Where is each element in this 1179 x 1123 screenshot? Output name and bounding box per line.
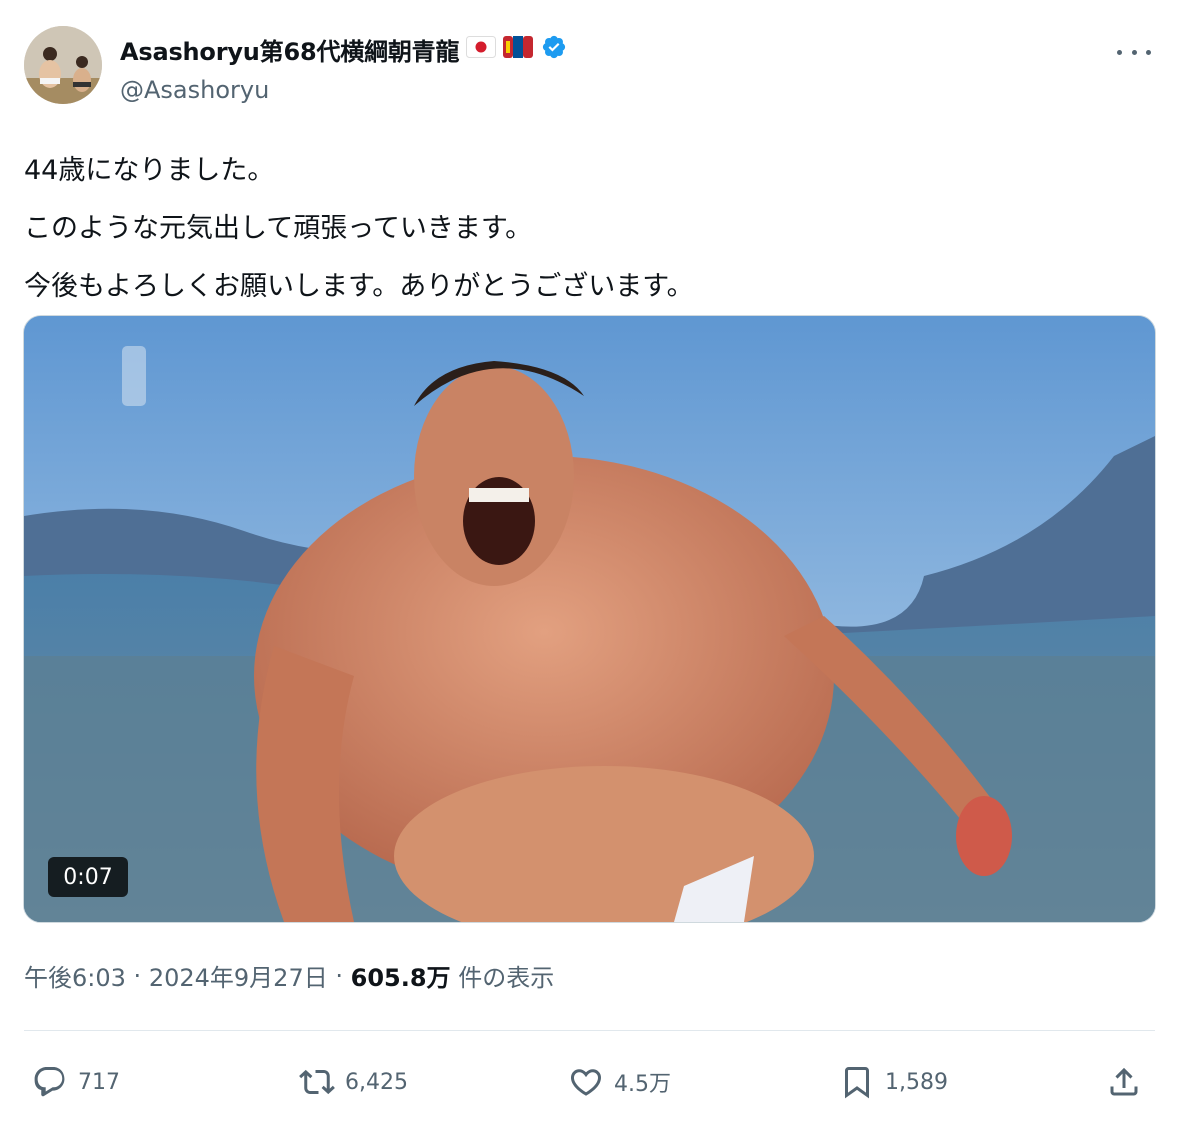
bookmark-button[interactable]: 1,589 bbox=[839, 1056, 948, 1108]
video-duration: 0:07 bbox=[48, 857, 128, 897]
verified-badge-icon[interactable] bbox=[541, 34, 567, 64]
like-count: 4.5万 bbox=[614, 1072, 671, 1097]
share-button[interactable] bbox=[1106, 1056, 1152, 1108]
bookmark-count: 1,589 bbox=[885, 1069, 948, 1095]
share-icon bbox=[1110, 1067, 1138, 1096]
tweet-line: 今後もよろしくお願いします。ありがとうございます。 bbox=[24, 271, 694, 302]
action-bar: 717 6,425 4.5万 1,589 bbox=[24, 1056, 1155, 1108]
tweet-line: このような元気出して頑張っていきます。 bbox=[24, 213, 533, 244]
bookmark-icon bbox=[845, 1067, 869, 1099]
video-thumbnail bbox=[24, 316, 1155, 922]
tweet-time[interactable]: 午後6:03 bbox=[24, 958, 126, 993]
retweet-icon bbox=[299, 1069, 335, 1095]
like-button[interactable]: 4.5万 bbox=[568, 1056, 671, 1108]
meta-separator: · bbox=[133, 961, 142, 990]
japan-flag-icon bbox=[466, 36, 497, 62]
divider bbox=[24, 1030, 1155, 1031]
heart-icon bbox=[570, 1069, 602, 1096]
tweet-date[interactable]: 2024年9月27日 bbox=[149, 958, 328, 993]
retweet-button[interactable]: 6,425 bbox=[299, 1056, 408, 1108]
tweet-text: 44歳になりました。このような元気出して頑張っていきます。今後もよろしくお願いし… bbox=[24, 142, 694, 316]
views-count: 605.8万 bbox=[350, 964, 451, 992]
meta-separator: · bbox=[335, 961, 343, 990]
user-handle[interactable]: @Asashoryu bbox=[120, 76, 269, 104]
reply-icon bbox=[34, 1067, 65, 1097]
mongolia-flag-icon bbox=[503, 36, 534, 62]
reply-button[interactable]: 717 bbox=[32, 1056, 120, 1108]
avatar[interactable] bbox=[24, 26, 102, 104]
retweet-count: 6,425 bbox=[345, 1069, 408, 1095]
video-player[interactable] bbox=[23, 315, 1156, 923]
views-label: 件の表示 bbox=[458, 964, 555, 992]
tweet-meta: 午後6:03 · 2024年9月27日 · 605.8万 件の表示 bbox=[24, 958, 554, 993]
tweet-line: 44歳になりました。 bbox=[24, 155, 275, 186]
tweet-header: Asashoryu第68代横綱朝青龍 @Asashoryu bbox=[24, 26, 1155, 108]
reply-count: 717 bbox=[78, 1069, 120, 1095]
more-options-icon[interactable] bbox=[1117, 40, 1151, 64]
display-name[interactable]: Asashoryu第68代横綱朝青龍 bbox=[120, 32, 459, 67]
name-row: Asashoryu第68代横綱朝青龍 bbox=[120, 32, 567, 66]
